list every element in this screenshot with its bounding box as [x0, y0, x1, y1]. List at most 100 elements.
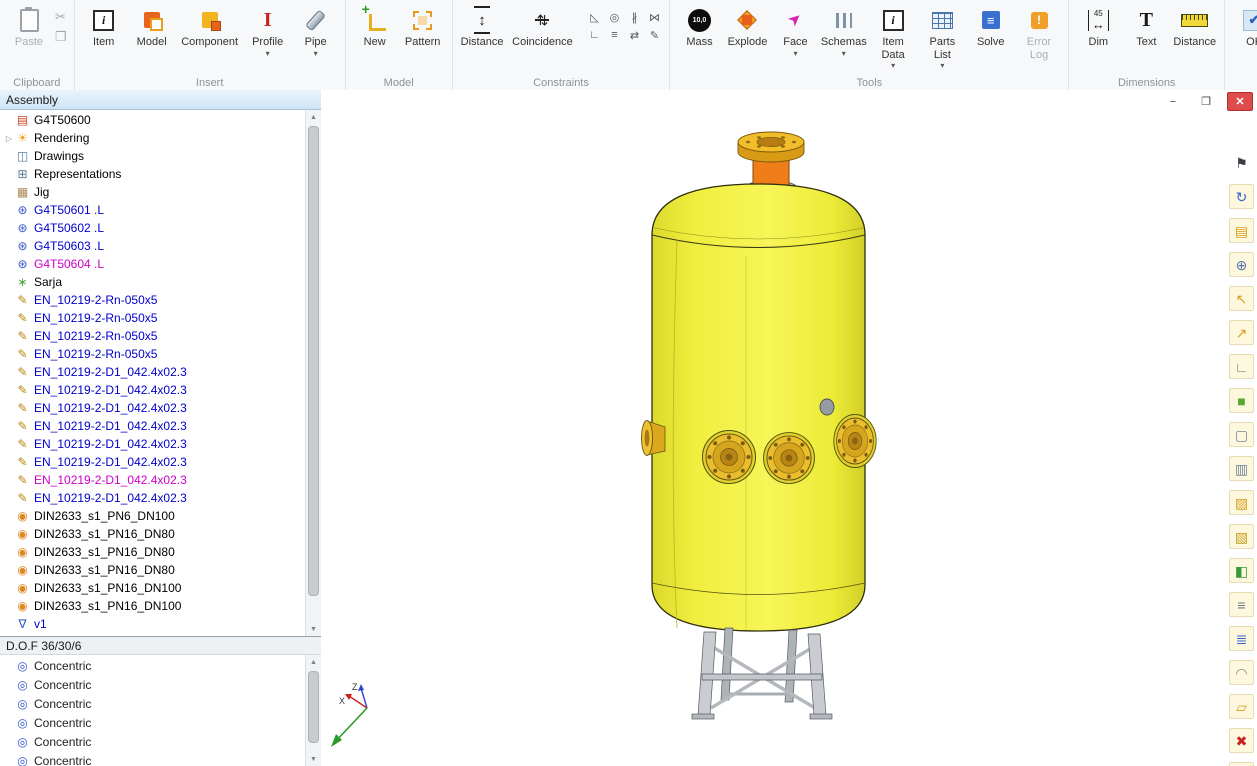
- distance-dim-button[interactable]: Distance: [1170, 4, 1219, 51]
- notes-button[interactable]: ≡: [1229, 592, 1254, 617]
- tree-item[interactable]: ✎ EN_10219-2-Rn-050x5: [0, 291, 306, 309]
- cut-button[interactable]: ✂: [55, 10, 67, 23]
- tree-item[interactable]: ▤ G4T50600: [0, 111, 306, 129]
- select-target-button[interactable]: ↗: [1229, 320, 1254, 345]
- tree-item[interactable]: ⊞ Representations: [0, 165, 306, 183]
- scroll-up-icon[interactable]: ▲: [306, 655, 321, 669]
- explode-button[interactable]: Explode: [723, 4, 771, 51]
- tree-item[interactable]: ◉ DIN2633_s1_PN16_DN80: [0, 525, 306, 543]
- scroll-down-icon[interactable]: ▼: [306, 622, 321, 636]
- tree-scrollbar-thumb[interactable]: [308, 126, 319, 596]
- dof-scrollbar-thumb[interactable]: [308, 671, 319, 743]
- tree-item[interactable]: ⊛ G4T50603 .L: [0, 237, 306, 255]
- 3d-viewport[interactable]: Z X − ❐ ✕ ⚑ ↻ ▤ ⊕ ↖ ↗ ∟ ■ ▢ ▥ ▨ ▧ ◧ ≡ ≣ ◠ ▱ ✖ ↪: [321, 90, 1257, 766]
- tree-item[interactable]: ∗ Sarja: [0, 273, 306, 291]
- align-constraint-button[interactable]: ≡: [604, 26, 624, 44]
- scroll-up-icon[interactable]: ▲: [306, 110, 321, 124]
- section-view-button[interactable]: ▥: [1229, 456, 1254, 481]
- solid-box-button[interactable]: ▨: [1229, 490, 1254, 515]
- error-log-button[interactable]: ! Error Log: [1015, 4, 1064, 63]
- constraint-row[interactable]: ◎ Concentric: [0, 751, 306, 766]
- distance-constraint-button[interactable]: ↕ Distance: [458, 4, 507, 51]
- tree-item[interactable]: ◫ Drawings: [0, 147, 306, 165]
- tree-item[interactable]: ✎ EN_10219-2-D1_042.4x02.3: [0, 381, 306, 399]
- drawer-button[interactable]: ▱: [1229, 694, 1254, 719]
- layers-button[interactable]: ≣: [1229, 626, 1254, 651]
- text-button[interactable]: T Text: [1122, 4, 1170, 51]
- solve-button[interactable]: ≡ Solve: [967, 4, 1015, 51]
- select-arrow-button[interactable]: ↖: [1229, 286, 1254, 311]
- tree-item[interactable]: ▷ ☀ Rendering: [0, 129, 306, 147]
- coincidence-button[interactable]: ⇅ Coincidence: [506, 4, 578, 51]
- measure-button[interactable]: ▤: [1229, 218, 1254, 243]
- tree-item[interactable]: ✎ EN_10219-2-Rn-050x5: [0, 327, 306, 345]
- tree-item[interactable]: ⊛ G4T50604 .L: [0, 255, 306, 273]
- tree-item[interactable]: ◉ DIN2633_s1_PN6_DN100: [0, 507, 306, 525]
- arc-tool-button[interactable]: ◠: [1229, 660, 1254, 685]
- model-insert-button[interactable]: Model: [128, 4, 176, 51]
- pin-button[interactable]: ⚑: [1229, 150, 1254, 175]
- tree-item[interactable]: ⊛ G4T50601 .L: [0, 201, 306, 219]
- expand-toggle-icon[interactable]: ▷: [3, 134, 15, 143]
- tree-item[interactable]: ✎ EN_10219-2-D1_042.4x02.3: [0, 435, 306, 453]
- tree-item[interactable]: ✎ EN_10219-2-Rn-050x5: [0, 345, 306, 363]
- component-button[interactable]: Component: [176, 4, 244, 51]
- tree-item[interactable]: ✎ EN_10219-2-D1_042.4x02.3: [0, 489, 306, 507]
- tree-item[interactable]: ◉ DIN2633_s1_PN16_DN80: [0, 561, 306, 579]
- tree-item[interactable]: ◉ DIN2633_s1_PN16_DN80: [0, 543, 306, 561]
- mass-button[interactable]: 10,0 Mass: [675, 4, 723, 51]
- box-view-button[interactable]: ▢: [1229, 422, 1254, 447]
- ok-button[interactable]: ✔ OK: [1230, 4, 1257, 51]
- corner-snap-button[interactable]: ∟: [1229, 354, 1254, 379]
- schemas-button[interactable]: Schemas ▾: [819, 4, 868, 60]
- scroll-down-icon[interactable]: ▼: [306, 752, 321, 766]
- tree-scrollbar[interactable]: ▲ ▼: [305, 110, 321, 636]
- tree-item[interactable]: ⊛ G4T50602 .L: [0, 219, 306, 237]
- rotate-view-button[interactable]: ↻: [1229, 184, 1254, 209]
- pattern-button[interactable]: Pattern: [399, 4, 447, 51]
- tree-item[interactable]: ✎ EN_10219-2-D1_042.4x02.3: [0, 453, 306, 471]
- pipe-button[interactable]: Pipe ▾: [292, 4, 340, 60]
- tree-item[interactable]: ✎ EN_10219-2-D1_042.4x02.3: [0, 399, 306, 417]
- tree-item[interactable]: ✎ EN_10219-2-Rn-050x5: [0, 309, 306, 327]
- close-button[interactable]: ✕: [1227, 92, 1253, 111]
- parallel-constraint-button[interactable]: ∦: [624, 8, 644, 26]
- copy-button[interactable]: ❐: [55, 30, 67, 43]
- tree-item[interactable]: ∇ v1: [0, 615, 306, 633]
- export-button[interactable]: ↪: [1229, 762, 1254, 766]
- tree-item[interactable]: ✎ EN_10219-2-D1_042.4x02.3: [0, 417, 306, 435]
- item-button[interactable]: i Item: [80, 4, 128, 51]
- paste-button[interactable]: Paste: [5, 4, 53, 51]
- concentric-constraint-button[interactable]: ◎: [604, 8, 624, 26]
- dof-scrollbar[interactable]: ▲ ▼: [305, 655, 321, 766]
- parts-list-button[interactable]: Parts List ▾: [918, 4, 967, 72]
- delete-button[interactable]: ✖: [1229, 728, 1254, 753]
- tree-item[interactable]: ◉ DIN2633_s1_PN16_DN100: [0, 597, 306, 615]
- dim-button[interactable]: 45↔ Dim: [1074, 4, 1122, 51]
- vessel-model[interactable]: Z X: [321, 90, 1257, 766]
- tree-item[interactable]: ◉ DIN2633_s1_PN16_DN100: [0, 579, 306, 597]
- restore-button[interactable]: ❐: [1194, 93, 1218, 110]
- face-button[interactable]: ➤ Face ▾: [771, 4, 819, 60]
- item-data-button[interactable]: i Item Data ▾: [868, 4, 918, 72]
- constraint-row[interactable]: ◎ Concentric: [0, 732, 306, 751]
- constraint-row[interactable]: ◎ Concentric: [0, 675, 306, 694]
- angle-constraint-button[interactable]: ◺: [584, 8, 604, 26]
- perpendicular-constraint-button[interactable]: ∟: [584, 26, 604, 44]
- tree-item[interactable]: ▦ Jig: [0, 183, 306, 201]
- constraint-row[interactable]: ◎ Concentric: [0, 694, 306, 713]
- tree-item[interactable]: ✎ EN_10219-2-D1_042.4x02.3: [0, 363, 306, 381]
- profile-button[interactable]: I Profile ▾: [244, 4, 292, 60]
- swap-constraint-button[interactable]: ⇄: [624, 26, 644, 44]
- constraint-row[interactable]: ◎ Concentric: [0, 713, 306, 732]
- iso-cube-button[interactable]: ◧: [1229, 558, 1254, 583]
- tree-item[interactable]: ✎ EN_10219-2-D1_042.4x02.3: [0, 471, 306, 489]
- face-highlight-button[interactable]: ■: [1229, 388, 1254, 413]
- minimize-button[interactable]: −: [1161, 93, 1185, 110]
- edit-constraint-button[interactable]: ✎: [644, 26, 664, 44]
- constraint-row[interactable]: ◎ Concentric: [0, 656, 306, 675]
- tangent-constraint-button[interactable]: ⋈: [644, 8, 664, 26]
- new-button[interactable]: New: [351, 4, 399, 51]
- wireframe-box-button[interactable]: ▧: [1229, 524, 1254, 549]
- center-view-button[interactable]: ⊕: [1229, 252, 1254, 277]
